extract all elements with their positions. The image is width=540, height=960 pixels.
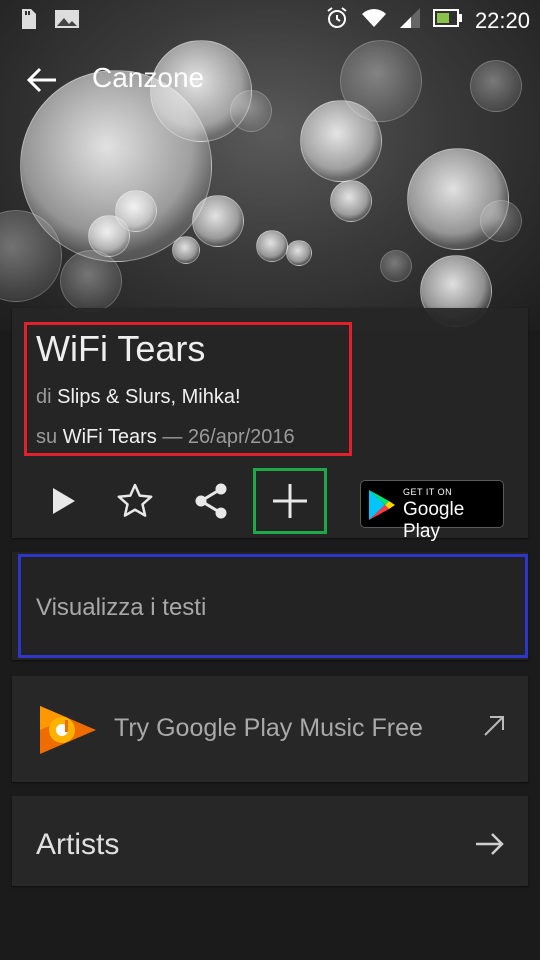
song-album-line: su WiFi Tears — 26/apr/2016 [36,426,295,449]
battery-icon [432,8,463,34]
google-play-badge[interactable]: GET IT ON Google Play [360,480,504,542]
google-play-music-icon [38,704,98,761]
album-link[interactable]: WiFi Tears [63,426,157,448]
google-play-icon [367,489,397,526]
arrow-forward-icon [474,830,506,863]
play-icon[interactable] [36,474,90,528]
external-link-icon [482,714,506,743]
status-bar: 22:20 [0,0,540,38]
by-prefix: di [36,386,52,408]
date-separator: — [162,426,183,448]
artists-section[interactable]: Artists [12,796,528,886]
song-title: WiFi Tears [36,328,206,369]
artist-link[interactable]: Slips & Slurs, Mihka! [57,386,240,408]
clock-time: 22:20 [474,8,530,33]
app-bar: Canzone [0,50,540,110]
signal-icon [399,7,421,35]
wifi-icon [361,7,387,35]
view-lyrics-label: Visualizza i testi [36,594,207,621]
song-info-card: WiFi Tears di Slips & Slurs, Mihka! su W… [12,308,528,542]
google-play-music-promo[interactable]: Try Google Play Music Free [12,676,528,782]
promo-label: Try Google Play Music Free [114,714,423,742]
action-bar: GET IT ON Google Play [12,468,528,542]
release-date: 26/apr/2016 [187,426,295,448]
plus-icon[interactable] [263,474,317,528]
on-prefix: su [36,426,58,448]
arrow-back-icon[interactable] [24,62,60,98]
view-lyrics-card[interactable]: Visualizza i testi [12,552,528,660]
artists-label: Artists [36,828,120,861]
badge-big-text: Google Play [403,499,465,542]
star-icon[interactable] [108,474,162,528]
page-title: Canzone [92,62,205,93]
share-icon[interactable] [184,474,238,528]
song-artists-line: di Slips & Slurs, Mihka! [36,386,241,409]
sd-card-icon [18,8,38,35]
badge-small-text: GET IT ON [403,487,453,497]
alarm-icon [325,6,349,36]
image-icon [54,8,80,35]
